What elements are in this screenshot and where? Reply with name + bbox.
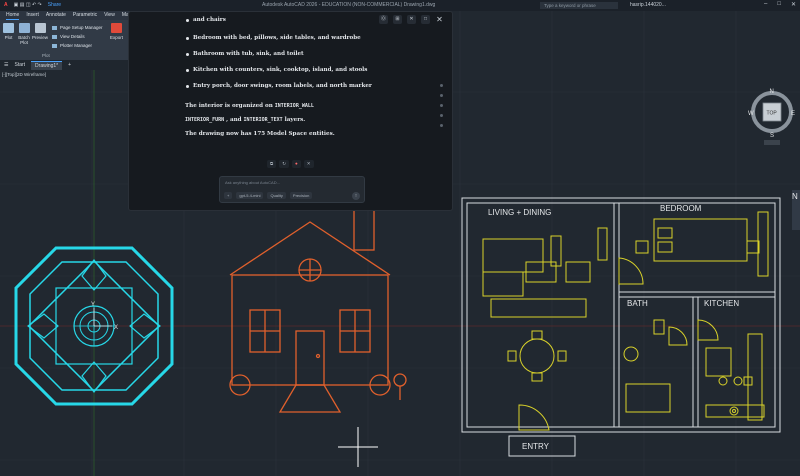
tab-view[interactable]: View (104, 11, 115, 20)
navbar-button[interactable]: N (792, 190, 800, 230)
copy-icon[interactable]: ⧉ (267, 160, 277, 168)
bullet-item: and chairs (185, 17, 400, 23)
batch-plot-label: Batch Plot (18, 35, 30, 45)
ribbon-panel-label: Plot (42, 53, 50, 58)
para-text: The interior is organized on (185, 103, 273, 109)
page-setup-manager-button[interactable]: Page Setup Manager (52, 23, 103, 32)
entity-count-text: The drawing now has 175 Model Space enti… (185, 131, 335, 137)
layers-paragraph: The interior is organized on INTERIOR_WA… (185, 99, 400, 141)
export-pdf-icon (111, 23, 122, 33)
export-label: Export (110, 35, 124, 40)
assistant-panel: ⓪ ⊞ ✕ □ ✕ and chairs Bedroom with bed, p… (128, 11, 453, 211)
plotter-manager-button[interactable]: Plotter Manager (52, 41, 103, 50)
quality-selector[interactable]: Quality (267, 192, 286, 199)
bullet-item: Kitchen with counters, sink, cooktop, is… (185, 67, 400, 73)
preview-icon (34, 23, 46, 33)
crosshair-cursor (338, 427, 378, 467)
minimize-icon[interactable]: – (764, 1, 767, 8)
new-tab-icon[interactable]: + (68, 62, 71, 68)
batch-plot-icon (18, 23, 30, 33)
scroll-indicator[interactable] (438, 84, 444, 134)
layer-name: INTERIOR_WALL (274, 103, 314, 109)
svg-text:X: X (114, 325, 118, 331)
layer-name: INTERIOR_TEXT (243, 117, 283, 123)
compass-east[interactable]: E (791, 111, 795, 117)
export-button[interactable]: Export (110, 23, 123, 40)
batch-plot-button[interactable]: Batch Plot (17, 23, 31, 45)
close-window-icon[interactable]: ✕ (791, 1, 796, 8)
quick-access-toolbar[interactable]: ▣ ▤ ◫ ↶ ↷ (14, 2, 42, 8)
room-label-living-dining: LIVING + DINING (488, 208, 552, 217)
model-selector[interactable]: gpt-5.4-mini (236, 192, 264, 199)
printer-icon (3, 23, 14, 33)
share-button[interactable]: Share (48, 2, 61, 8)
chat-input[interactable]: Ask anything about AutoCAD... + gpt-5.4-… (219, 176, 365, 203)
assistant-message: and chairs Bedroom with bed, pillows, si… (185, 17, 400, 141)
room-label-bedroom: BEDROOM (660, 204, 702, 213)
ribbon-panel: Plot Batch Plot Preview Page Setup Manag… (0, 20, 130, 60)
send-icon[interactable]: ↑ (352, 192, 360, 200)
bullet-item: Bathroom with tub, sink, and toilet (185, 51, 400, 57)
feedback-icon[interactable]: ● (292, 160, 301, 168)
tab-annotate[interactable]: Annotate (46, 11, 66, 20)
compass-west[interactable]: W (748, 111, 754, 117)
retry-icon[interactable]: ↻ (279, 160, 289, 168)
chat-input-placeholder: Ask anything about AutoCAD... (225, 180, 280, 185)
close-icon[interactable]: ✕ (435, 15, 444, 24)
svg-text:Y: Y (91, 302, 95, 308)
bullet-item: Entry porch, door swings, room labels, a… (185, 83, 400, 89)
compass-north[interactable]: N (770, 89, 774, 95)
tab-insert[interactable]: Insert (26, 11, 39, 20)
page-setup-label: Page Setup Manager (60, 25, 103, 30)
menu-icon[interactable]: ☰ (4, 62, 8, 68)
view-details-label: View Details (60, 34, 85, 39)
file-tabs: ☰ Start Drawing1* + (0, 60, 130, 70)
room-label-entry: ENTRY (522, 442, 549, 451)
plotter-manager-label: Plotter Manager (60, 43, 93, 48)
attach-icon[interactable]: + (224, 192, 233, 199)
ribbon-tabs: Home Insert Annotate Parametric View Man… (0, 11, 140, 20)
maximize-icon[interactable]: □ (777, 1, 781, 8)
para-text: layers. (284, 117, 306, 123)
room-label-bath: BATH (627, 299, 648, 308)
message-actions: ⧉ ↻ ● ✕ (267, 160, 314, 168)
user-account[interactable]: hasrip.144020... (630, 2, 666, 8)
tab-drawing1[interactable]: Drawing1* (31, 60, 63, 70)
preview-label: Preview (32, 35, 49, 40)
preview-button[interactable]: Preview (32, 23, 48, 40)
tab-parametric[interactable]: Parametric (73, 11, 97, 20)
layer-name: INTERIOR_FURN (185, 117, 225, 123)
orange-house[interactable] (229, 209, 407, 413)
page-setup-icon (52, 25, 57, 30)
app-logo-icon[interactable]: A (4, 2, 8, 8)
view-details-icon (52, 34, 57, 39)
precision-selector[interactable]: Precision (289, 192, 313, 199)
para-text: , and (226, 117, 242, 123)
search-input[interactable]: Type a keyword or phrase (540, 2, 618, 9)
plotter-manager-icon (52, 43, 57, 48)
tab-home[interactable]: Home (6, 11, 20, 20)
viewcube-face-label[interactable]: TOP (767, 111, 778, 117)
compass-south[interactable]: S (770, 133, 774, 139)
viewcube[interactable]: TOP N S W E (748, 86, 796, 146)
viewport-controls[interactable]: [-][Top][2D Wireframe] (2, 72, 46, 77)
room-label-kitchen: KITCHEN (704, 299, 740, 308)
expand-icon[interactable]: □ (421, 15, 430, 24)
title-bar: A ▣ ▤ ◫ ↶ ↷ Share Autodesk AutoCAD 2026 … (0, 0, 800, 11)
plot-label: Plot (4, 35, 13, 40)
tab-start[interactable]: Start (14, 62, 25, 68)
view-details-button[interactable]: View Details (52, 32, 103, 41)
dismiss-icon[interactable]: ✕ (303, 160, 314, 168)
bullet-item: Bedroom with bed, pillows, side tables, … (185, 35, 400, 41)
floorplan-furniture (482, 211, 769, 431)
window-title: Autodesk AutoCAD 2026 - EDUCATION (NON-C… (262, 2, 436, 8)
plot-button[interactable]: Plot (3, 23, 14, 40)
collapse-icon[interactable]: ✕ (407, 15, 416, 24)
